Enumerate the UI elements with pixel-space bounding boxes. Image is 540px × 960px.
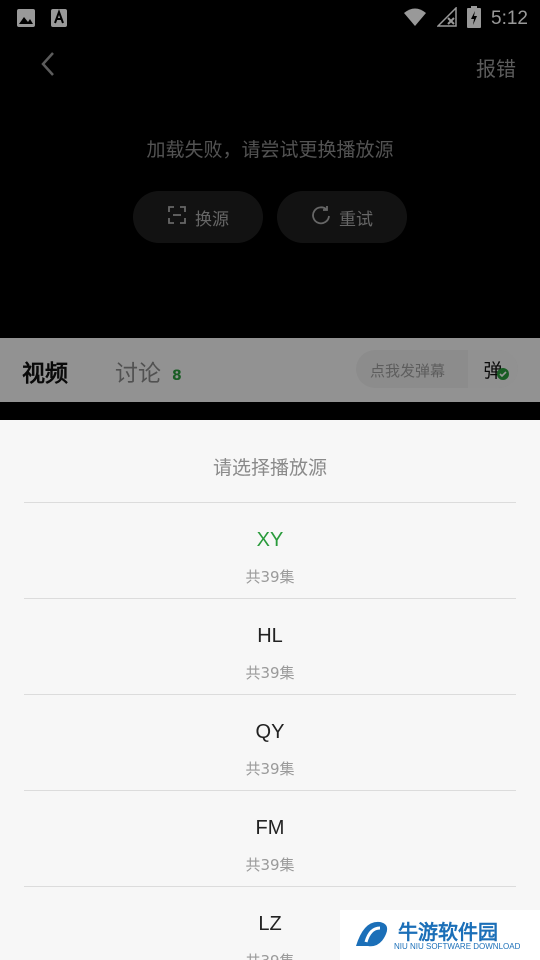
source-episode-count: 共39集 [245,568,295,586]
sheet-title: 请选择播放源 [212,457,327,479]
source-episode-count: 共39集 [245,856,295,874]
watermark: 牛游软件园 NIU NIU SOFTWARE DOWNLOAD [340,910,540,960]
source-name: HL [257,625,283,647]
source-name: QY [255,721,285,743]
source-item-hl[interactable]: HL 共39集 [24,598,516,694]
source-name: XY [256,529,284,551]
watermark-title: 牛游软件园 [398,920,498,944]
source-item-xy[interactable]: XY 共39集 [24,502,516,598]
source-episode-count: 共39集 [245,760,295,778]
source-item-qy[interactable]: QY 共39集 [24,694,516,790]
logo-icon [354,916,394,956]
source-episode-count: 共39集 [245,664,295,682]
watermark-subtitle: NIU NIU SOFTWARE DOWNLOAD [394,942,521,951]
source-name: FM [255,817,285,839]
source-select-sheet: 请选择播放源 XY 共39集 HL 共39集 QY 共39集 FM 共39集 L… [0,420,540,960]
source-item-fm[interactable]: FM 共39集 [24,790,516,886]
